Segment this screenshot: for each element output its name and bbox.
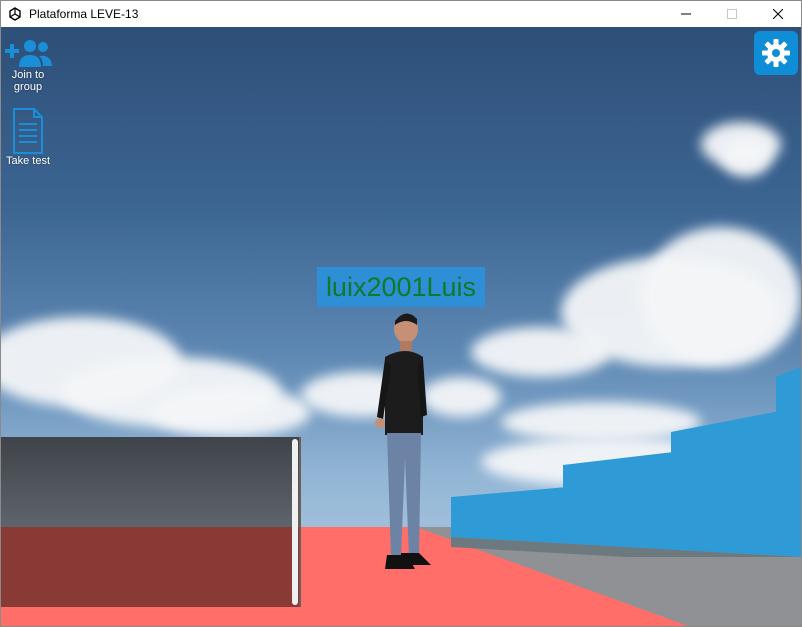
join-group-label: Join to group xyxy=(11,69,45,93)
game-window: Plataforma LEVE-13 luix2001Luis Join to … xyxy=(0,0,802,627)
title-bar: Plataforma LEVE-13 xyxy=(1,1,801,27)
close-icon xyxy=(773,9,783,19)
panel-sky xyxy=(1,437,299,527)
game-viewport[interactable]: luix2001Luis Join to group Take test xyxy=(1,27,801,626)
player-avatar[interactable] xyxy=(371,307,441,577)
maximize-button[interactable] xyxy=(709,1,755,27)
document-icon xyxy=(13,108,43,154)
close-button[interactable] xyxy=(755,1,801,27)
preview-panel xyxy=(1,437,301,607)
panel-floor xyxy=(1,527,299,607)
cloud xyxy=(641,227,801,367)
panel-scrollbar[interactable] xyxy=(292,439,298,605)
stairs xyxy=(451,367,801,557)
cloud xyxy=(721,137,771,177)
join-group-button[interactable]: Join to group xyxy=(1,35,55,93)
settings-button[interactable] xyxy=(754,31,798,75)
cloud xyxy=(151,387,311,437)
window-title: Plataforma LEVE-13 xyxy=(29,7,139,21)
take-test-button[interactable]: Take test xyxy=(1,107,55,167)
player-name-tag: luix2001Luis xyxy=(317,267,485,307)
minimize-button[interactable] xyxy=(663,1,709,27)
unity-logo-icon xyxy=(7,6,23,22)
window-controls xyxy=(663,1,801,27)
add-group-icon xyxy=(5,40,52,67)
gear-icon xyxy=(762,39,790,67)
take-test-label: Take test xyxy=(5,155,51,167)
minimize-icon xyxy=(681,13,691,15)
player-name: luix2001Luis xyxy=(325,271,477,302)
maximize-icon xyxy=(727,9,737,19)
